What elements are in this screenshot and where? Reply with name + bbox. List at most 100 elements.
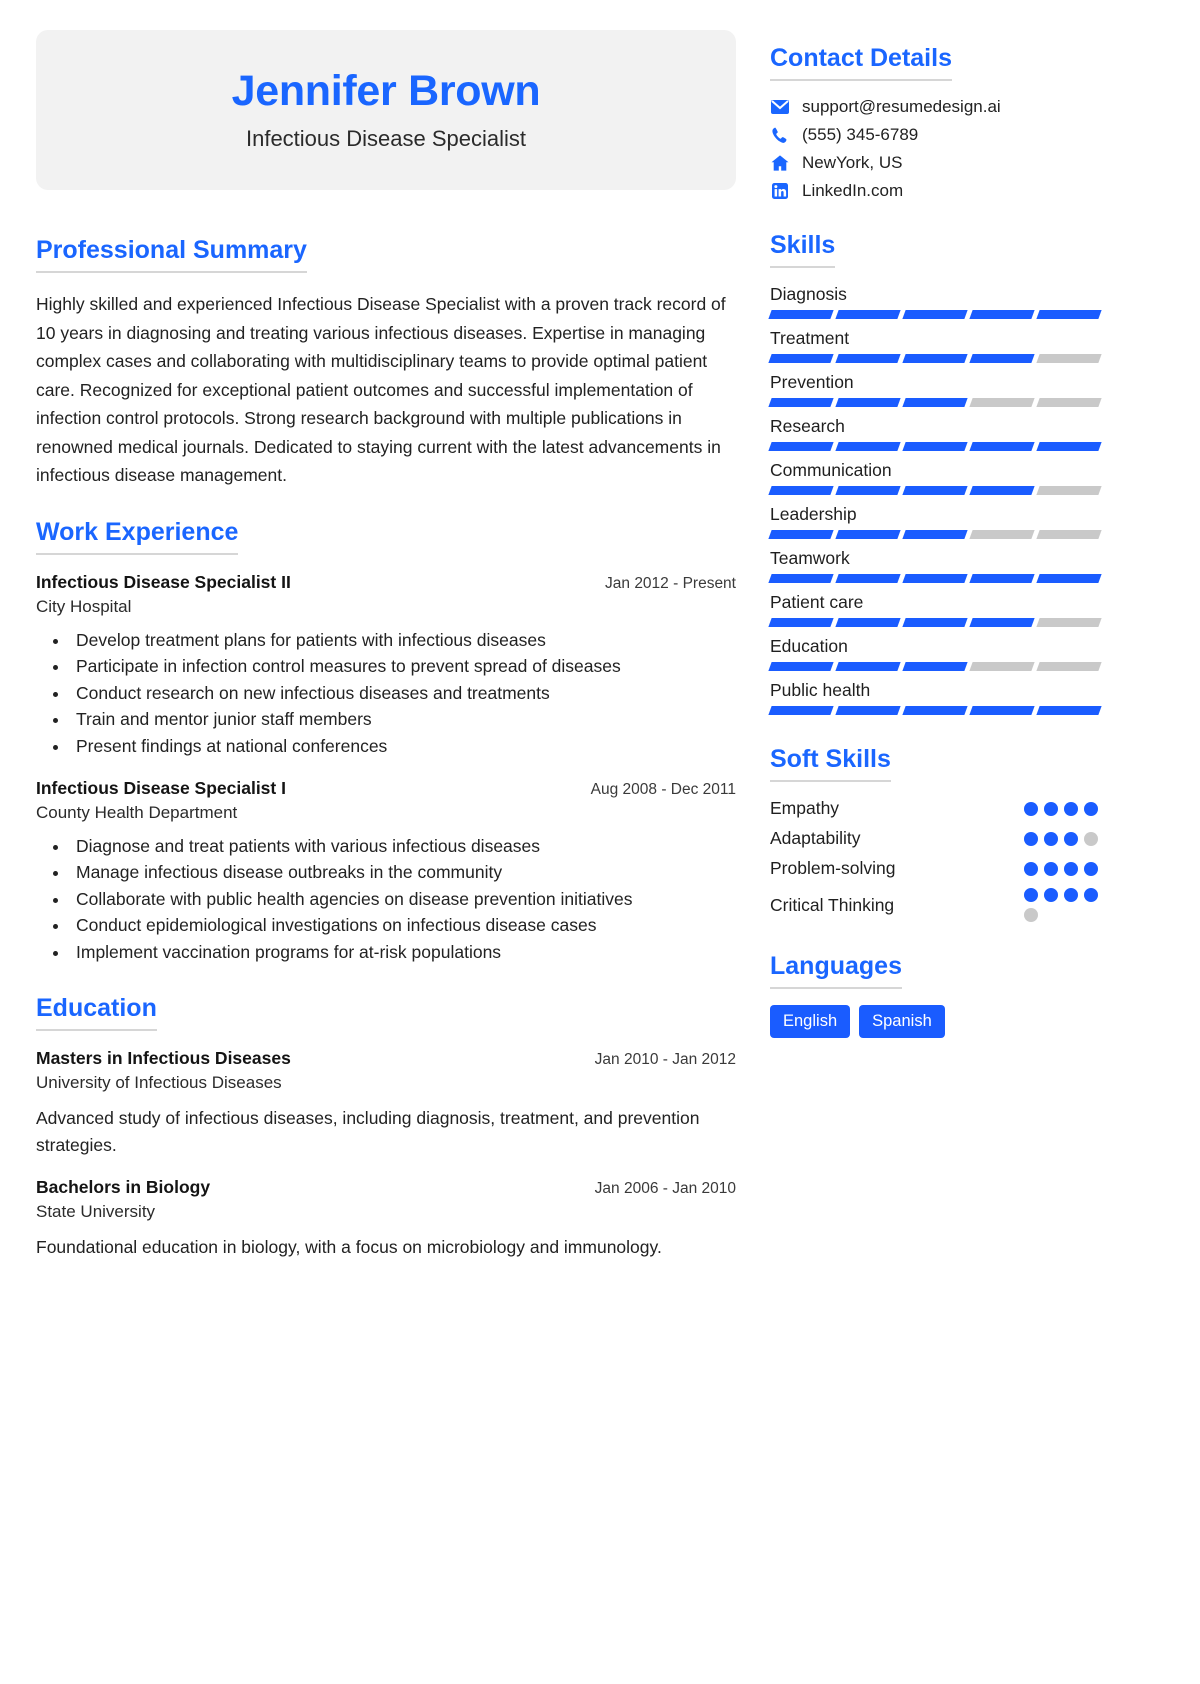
list-item: Conduct research on new infectious disea… [70, 680, 736, 707]
page-title: Jennifer Brown [231, 67, 541, 116]
work-entry-header: Infectious Disease Specialist I Aug 2008 … [36, 778, 736, 799]
education-entry-header: Bachelors in Biology Jan 2006 - Jan 2010 [36, 1177, 736, 1198]
list-item: Conduct epidemiological investigations o… [70, 912, 736, 939]
rating-dot [1084, 861, 1098, 876]
contact-row[interactable]: LinkedIn.com [770, 181, 1100, 201]
work-list: Infectious Disease Specialist II Jan 2012… [36, 572, 736, 966]
skill-bar-segment [1036, 442, 1102, 451]
languages-section: Languages English Spanish [770, 952, 1100, 1038]
skill-level-bar [768, 310, 1102, 319]
work-entry-title: Infectious Disease Specialist I [36, 777, 286, 798]
skill-bar-segment [835, 398, 901, 407]
rating-dot [1024, 831, 1038, 846]
soft-skill-name: Problem-solving [770, 858, 896, 878]
rating-dot [1064, 861, 1078, 876]
contact-row[interactable]: (555) 345-6789 [770, 125, 1100, 145]
contact-value: support@resumedesign.ai [802, 97, 1001, 116]
skill-bar-segment [768, 486, 834, 495]
rating-dot [1024, 908, 1038, 922]
rating-dot [1024, 888, 1038, 902]
work-entry: Infectious Disease Specialist II Jan 2012… [36, 572, 736, 760]
professional-summary-section: Professional Summary Highly skilled and … [36, 236, 736, 490]
skill-level-bar [768, 354, 1102, 363]
section-heading-languages: Languages [770, 952, 902, 989]
education-entry-org: State University [36, 1201, 156, 1221]
skill-bar-segment [835, 662, 901, 671]
rating-dot [1044, 831, 1058, 846]
skill-bar-segment [835, 310, 901, 319]
sidebar-column: Contact Details support@resumedesign.ai (… [768, 30, 1102, 1684]
education-entry-title: Masters in Infectious Diseases [36, 1047, 291, 1068]
skills-list: Diagnosis Treatment Prevention Research Comm… [768, 284, 1102, 715]
contact-value: (555) 345-6789 [802, 125, 919, 144]
education-entry-description: Foundational education in biology, with … [36, 1236, 662, 1257]
skill-bar-segment [902, 310, 968, 319]
skill-bar-segment [1036, 530, 1102, 539]
education-entry-description: Advanced study of infectious diseases, i… [36, 1107, 700, 1155]
contact-value: LinkedIn.com [802, 181, 904, 200]
soft-skill-name: Critical Thinking [770, 894, 895, 915]
section-heading-skills: Skills [770, 231, 836, 268]
skill-bar-segment [902, 530, 968, 539]
soft-skill-name: Empathy [770, 798, 840, 818]
skill-name: Education [770, 636, 848, 656]
rating-dot [1084, 801, 1098, 816]
skills-section: Skills Diagnosis Treatment Prevention Resea… [768, 231, 1102, 715]
resume-page: Jennifer Brown Infectious Disease Specia… [0, 0, 1200, 1684]
skill-bar-segment [835, 486, 901, 495]
list-item: Manage infectious disease outbreaks in t… [70, 859, 736, 886]
soft-skill-row: Critical Thinking [770, 888, 1100, 922]
rating-dot [1044, 801, 1058, 816]
skill-name: Teamwork [770, 548, 850, 568]
soft-skills-section: Soft Skills Empathy Adaptability Problem-s… [770, 745, 1100, 922]
phone-icon [770, 126, 790, 144]
skill-bar-segment [835, 354, 901, 363]
skill-level-bar [768, 618, 1102, 627]
work-entry-bullets: Diagnose and treat patients with various… [70, 833, 736, 966]
skill-level-bar [768, 398, 1102, 407]
skill-bar-segment [768, 662, 834, 671]
skill-bar-segment [1036, 354, 1102, 363]
list-item: Diagnose and treat patients with various… [70, 833, 736, 860]
contact-row[interactable]: support@resumedesign.ai [770, 97, 1100, 117]
contact-value: NewYork, US [802, 153, 903, 172]
skill-name: Research [770, 416, 845, 436]
skill-level-bar [768, 486, 1102, 495]
list-item: Collaborate with public health agencies … [70, 886, 736, 913]
skill-bar-segment [835, 530, 901, 539]
skill-bar-segment [768, 574, 834, 583]
email-icon [770, 98, 790, 116]
skill-bar-segment [1036, 662, 1102, 671]
education-entry-title: Bachelors in Biology [36, 1176, 211, 1197]
section-heading-soft-skills: Soft Skills [770, 745, 891, 782]
education-section: Education Masters in Infectious Diseases… [36, 994, 736, 1261]
contact-row[interactable]: NewYork, US [770, 153, 1100, 173]
skill-bar-segment [835, 574, 901, 583]
skill-bar-segment [969, 486, 1035, 495]
rating-dot [1064, 888, 1078, 902]
language-chip[interactable]: English [770, 1005, 851, 1038]
skill-bar-segment [835, 442, 901, 451]
skill-name: Treatment [770, 328, 850, 348]
language-chip[interactable]: Spanish [859, 1005, 945, 1038]
skill-bar-segment [835, 706, 901, 715]
soft-skill-name: Adaptability [770, 828, 861, 848]
skill-name: Public health [770, 680, 871, 700]
work-entry-date: Jan 2012 - Present [605, 574, 736, 592]
skill-bar-segment [1036, 486, 1102, 495]
contact-details-section: Contact Details support@resumedesign.ai (… [770, 44, 1100, 201]
skill-bar-segment [768, 310, 834, 319]
skill-bar-segment [1036, 618, 1102, 627]
section-heading-contact: Contact Details [770, 44, 952, 81]
skill-bar-segment [969, 618, 1035, 627]
work-entry-date: Aug 2008 - Dec 2011 [590, 780, 736, 798]
work-experience-section: Work Experience Infectious Disease Speci… [36, 518, 736, 966]
list-item: Implement vaccination programs for at-ri… [70, 939, 736, 966]
skill-bar-segment [902, 662, 968, 671]
rating-dot [1064, 801, 1078, 816]
education-entry-date: Jan 2006 - Jan 2010 [594, 1179, 736, 1197]
skill-bar-segment [969, 530, 1035, 539]
skill-level-bar [768, 574, 1102, 583]
skill-bar-segment [768, 618, 834, 627]
skill-bar-segment [768, 354, 834, 363]
